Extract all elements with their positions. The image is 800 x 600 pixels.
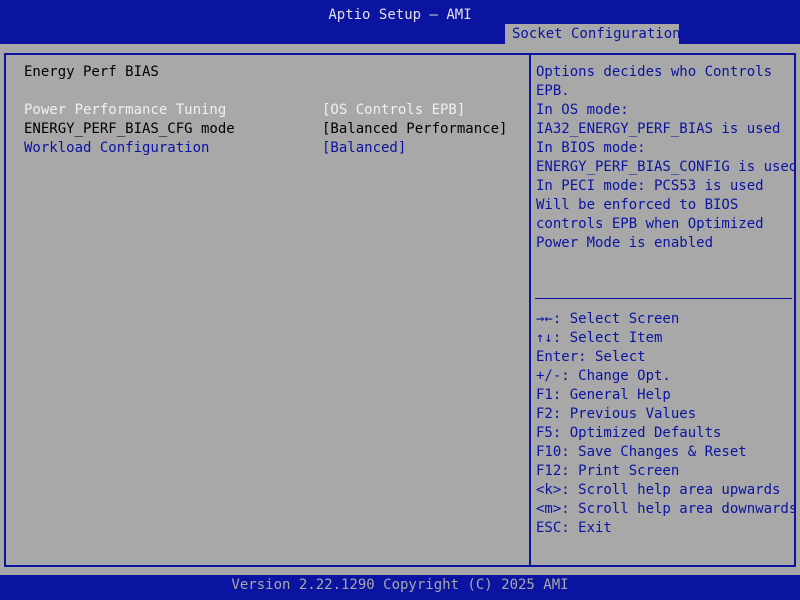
key-hint-esc: ESC: Exit <box>536 520 612 536</box>
top-bar: Aptio Setup – AMI Socket Configuration <box>0 0 800 44</box>
key-hint-scroll-up: <k>: Scroll help area upwards <box>536 482 781 498</box>
help-line: EPB. <box>536 83 570 99</box>
vertical-divider <box>529 53 531 567</box>
app-title: Aptio Setup – AMI <box>328 7 472 23</box>
help-line: IA32_ENERGY_PERF_BIAS is used <box>536 121 781 137</box>
setting-label-energy-perf-bias-cfg-mode: ENERGY_PERF_BIAS_CFG mode <box>24 121 235 137</box>
tab-socket-configuration[interactable]: Socket Configuration <box>505 24 681 44</box>
section-title: Energy Perf BIAS <box>24 64 159 80</box>
help-line: Power Mode is enabled <box>536 235 714 251</box>
setting-value-power-performance-tuning[interactable]: [OS Controls EPB] <box>322 101 465 120</box>
key-hint-enter: Enter: Select <box>536 349 646 365</box>
key-hint-f2: F2: Previous Values <box>536 406 697 422</box>
setting-value-energy-perf-bias-cfg-mode: [Balanced Performance] <box>322 121 508 137</box>
key-hint-scroll-down: <m>: Scroll help area downwards <box>536 501 798 517</box>
setting-label-workload-configuration[interactable]: Workload Configuration <box>24 139 209 158</box>
help-line: Will be enforced to BIOS <box>536 197 739 213</box>
key-hint-f12: F12: Print Screen <box>536 463 680 479</box>
key-hint-f5: F5: Optimized Defaults <box>536 425 722 441</box>
key-hint-change-opt: +/-: Change Opt. <box>536 368 671 384</box>
key-hint-f10: F10: Save Changes & Reset <box>536 444 747 460</box>
key-hint-select-screen: →←: Select Screen <box>536 311 680 327</box>
help-line: Options decides who Controls <box>536 64 773 80</box>
help-line: In OS mode: <box>536 102 629 118</box>
help-divider <box>535 298 792 299</box>
help-line: In PECI mode: PCS53 is used <box>536 178 764 194</box>
main-panel: Energy Perf BIAS Power Performance Tunin… <box>0 44 800 575</box>
setting-value-workload-configuration[interactable]: [Balanced] <box>322 139 406 158</box>
help-line: controls EPB when Optimized <box>536 216 764 232</box>
key-hint-f1: F1: General Help <box>536 387 671 403</box>
footer-version: Version 2.22.1290 Copyright (C) 2025 AMI <box>0 575 800 600</box>
key-hint-select-item: ↑↓: Select Item <box>536 330 663 346</box>
setting-label-power-performance-tuning[interactable]: Power Performance Tuning <box>24 101 226 120</box>
help-line: ENERGY_PERF_BIAS_CONFIG is used <box>536 159 798 175</box>
help-line: In BIOS mode: <box>536 140 646 156</box>
